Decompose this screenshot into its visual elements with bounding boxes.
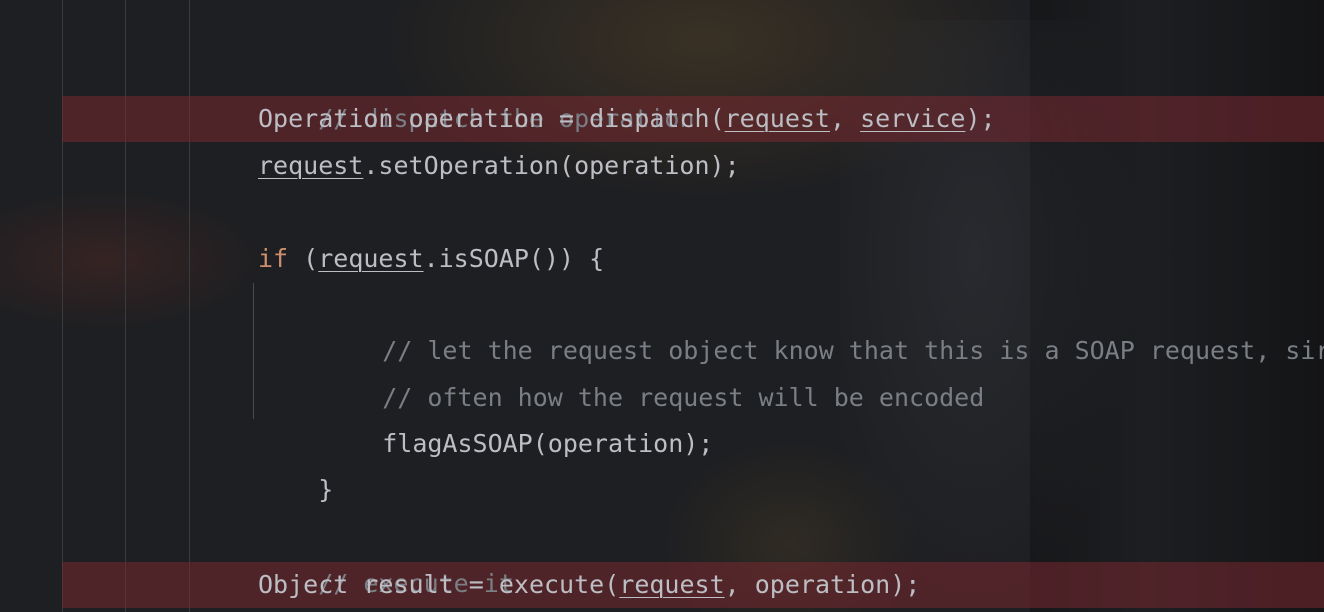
assignment-operator: = — [544, 104, 590, 133]
code-line[interactable]: // often how the request will be encoded — [322, 329, 984, 412]
method-call: .setOperation(operation); — [363, 151, 740, 180]
statement-end: ); — [890, 570, 921, 599]
method-call: dispatch( — [589, 104, 725, 133]
parameter-reference[interactable]: request — [725, 104, 830, 133]
code-line[interactable]: } — [258, 421, 333, 504]
indent-guide — [253, 283, 254, 419]
type-name: Object — [258, 570, 349, 599]
paren-open: ( — [288, 244, 319, 273]
gutter-divider — [189, 0, 190, 612]
code-line[interactable]: if (request.isSOAP()) { — [258, 236, 604, 282]
code-line[interactable]: Operation operation = dispatch(request, … — [258, 96, 996, 142]
type-name: Operation — [258, 104, 394, 133]
code-line[interactable]: // dispatch the operation — [258, 50, 694, 133]
method-call: flagAsSOAP(operation); — [382, 429, 714, 458]
code-line[interactable]: // let the request object know that this… — [322, 282, 1324, 365]
method-call: .isSOAP()) { — [423, 244, 605, 273]
assignment-operator: = — [453, 570, 499, 599]
gutter-divider — [62, 0, 63, 612]
variable-name: operation — [408, 104, 544, 133]
parameter-reference[interactable]: request — [318, 244, 423, 273]
code-line[interactable]: flagAsSOAP(operation); — [322, 375, 713, 458]
statement-end: ); — [965, 104, 996, 133]
code-editor[interactable]: // dispatch the operation Operation oper… — [0, 0, 1324, 612]
argument-separator: , — [829, 104, 861, 133]
variable-reference: operation — [754, 570, 891, 599]
code-line[interactable]: // execute it — [258, 515, 514, 598]
parameter-reference[interactable]: service — [860, 104, 965, 133]
keyword-if: if — [258, 244, 289, 273]
parameter-reference[interactable]: request — [619, 570, 724, 599]
code-line[interactable]: request.setOperation(operation); — [258, 143, 740, 189]
wallpaper-red-glow — [0, 190, 260, 330]
code-line[interactable]: Object result = execute(request, operati… — [258, 562, 920, 608]
argument-separator: , — [724, 570, 755, 599]
variable-name: result — [363, 570, 454, 599]
gutter-divider — [125, 0, 126, 612]
parameter-reference[interactable]: request — [258, 151, 363, 180]
method-call: execute( — [498, 570, 620, 599]
closing-brace: } — [318, 475, 334, 504]
